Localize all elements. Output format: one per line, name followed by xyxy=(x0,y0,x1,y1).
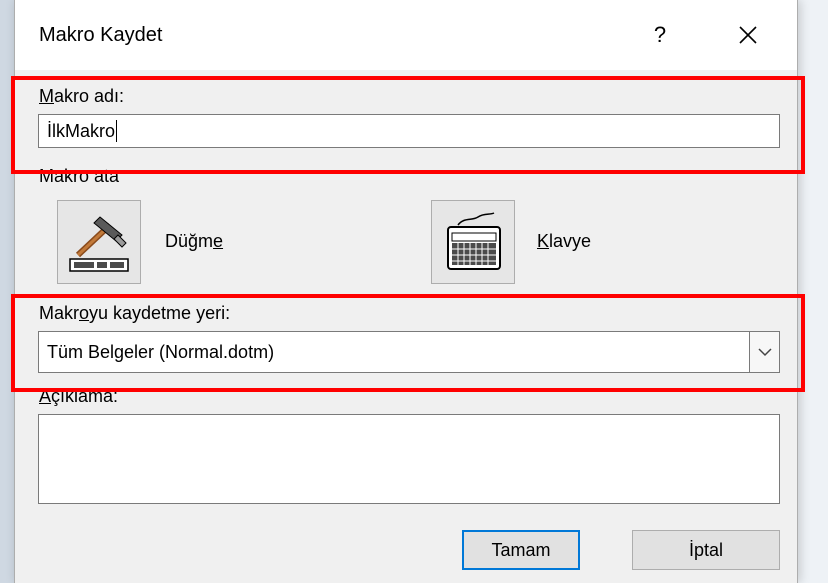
button-option-label: Düğme xyxy=(165,231,223,252)
title-bar: Makro Kaydet ? xyxy=(15,0,797,70)
keyboard-icon xyxy=(447,212,501,270)
description-textarea[interactable] xyxy=(38,414,780,504)
button-option-text: Düğm xyxy=(165,231,214,251)
macro-name-highlight xyxy=(11,76,805,174)
cancel-button[interactable]: İptal xyxy=(632,530,780,570)
store-location-highlight xyxy=(11,294,805,392)
keyboard-option-text: lavye xyxy=(549,231,592,251)
button-option-mnemonic: e xyxy=(213,231,224,251)
keyboard-option-mnemonic: K xyxy=(537,231,550,251)
close-icon xyxy=(739,26,757,44)
dialog-title: Makro Kaydet xyxy=(39,24,163,46)
screen: Makro Kaydet ? Makro adı: İlkMakro Makro… xyxy=(0,0,828,583)
keyboard-option-label: Klavye xyxy=(537,231,591,252)
close-button[interactable] xyxy=(721,12,775,58)
hammer-icon xyxy=(69,216,129,272)
ok-button[interactable]: Tamam xyxy=(462,530,580,570)
assign-keyboard-button[interactable] xyxy=(431,200,515,284)
help-button[interactable]: ? xyxy=(635,12,685,58)
assign-button-button[interactable] xyxy=(57,200,141,284)
record-macro-dialog: Makro Kaydet ? Makro adı: İlkMakro Makro… xyxy=(11,0,805,583)
